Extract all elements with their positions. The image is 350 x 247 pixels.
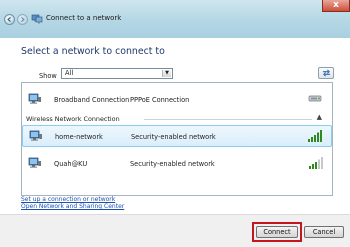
- network-status: Security-enabled network: [130, 160, 215, 168]
- title-bar: Connect to a network x: [0, 0, 350, 39]
- refresh-icon: [322, 69, 330, 77]
- show-filter-label: Show: [39, 72, 57, 80]
- back-button[interactable]: [4, 14, 15, 25]
- network-row-broadband[interactable]: Broadband Connection PPPoE Connection: [22, 89, 332, 111]
- network-name: Broadband Connection: [54, 96, 130, 104]
- chevron-down-icon: ▼: [162, 70, 171, 77]
- sharing-center-link[interactable]: Open Network and Sharing Center: [21, 203, 124, 210]
- setup-connection-link[interactable]: Set up a connection or network: [21, 196, 124, 203]
- network-row-home-network[interactable]: home-network Security-enabled network: [22, 125, 332, 147]
- refresh-button[interactable]: [318, 67, 334, 79]
- forward-button[interactable]: [17, 14, 28, 25]
- network-computer-icon: [28, 157, 41, 168]
- network-name: Quah@KU: [54, 160, 88, 168]
- back-arrow-icon: [7, 16, 11, 23]
- network-computer-icon: [29, 130, 42, 141]
- dialog-content: Select a network to connect to Show All …: [0, 38, 350, 247]
- signal-strength-icon: [309, 157, 323, 169]
- show-filter-value: All: [65, 69, 74, 77]
- network-status: Security-enabled network: [131, 133, 216, 141]
- wireless-group-label: Wireless Network Connection: [26, 115, 120, 123]
- page-title: Select a network to connect to: [21, 46, 165, 57]
- network-name: home-network: [55, 133, 103, 141]
- window-title: Connect to a network: [46, 14, 122, 22]
- button-bar: Connect Cancel: [0, 214, 350, 247]
- forward-arrow-icon: [21, 16, 25, 23]
- collapse-chevron-icon[interactable]: ▲: [317, 113, 322, 121]
- close-button[interactable]: x: [322, 0, 350, 12]
- group-divider: [144, 119, 312, 120]
- network-computer-icon: [28, 93, 41, 104]
- signal-strength-icon: [308, 130, 322, 142]
- network-list: Broadband Connection PPPoE Connection Wi…: [21, 82, 333, 196]
- broadband-connection-icon: [308, 95, 322, 102]
- network-status: PPPoE Connection: [130, 96, 190, 104]
- links-area: Set up a connection or network Open Netw…: [21, 196, 124, 211]
- show-filter-dropdown[interactable]: All ▼: [61, 68, 173, 79]
- cancel-button[interactable]: Cancel: [304, 226, 344, 238]
- network-icon: [31, 14, 43, 24]
- connect-button[interactable]: Connect: [256, 226, 298, 238]
- wireless-group-header: Wireless Network Connection ▲: [22, 113, 332, 123]
- network-row-quah-ku[interactable]: Quah@KU Security-enabled network: [22, 153, 332, 175]
